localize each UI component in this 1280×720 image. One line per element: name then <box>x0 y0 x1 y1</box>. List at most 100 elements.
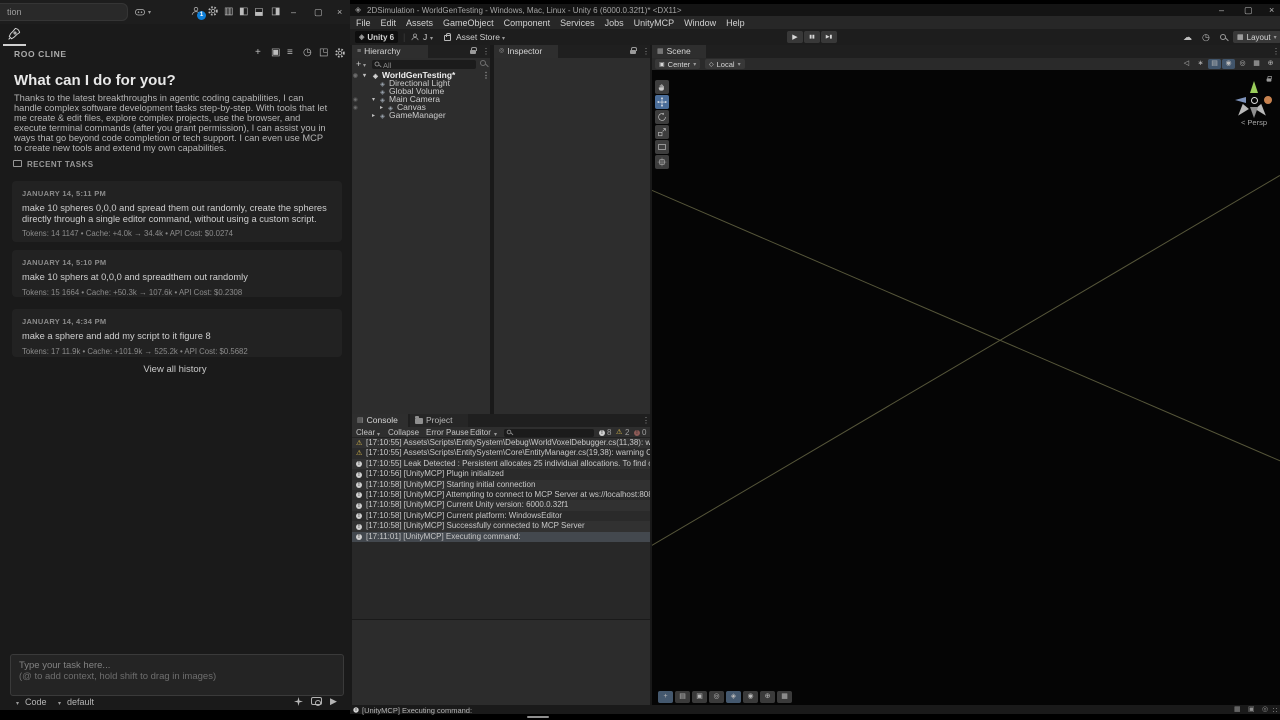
open-in-editor-icon[interactable]: ◳ <box>319 48 328 58</box>
status-activity-icon[interactable]: ◎ <box>1262 705 1268 713</box>
layout-dropdown[interactable]: ▦ Layout ▾ <box>1233 31 1280 43</box>
overlay-sliders-icon[interactable]: ▤ <box>675 691 690 703</box>
hierarchy-menu-icon[interactable]: ⋮ <box>482 47 490 56</box>
toggle-panel-bottom-icon[interactable]: ◧ <box>255 7 265 16</box>
rotate-tool-button[interactable] <box>655 110 669 124</box>
play-button[interactable]: ▶ <box>787 31 803 43</box>
effects-icon[interactable]: ∗ <box>1194 59 1207 69</box>
collapse-button[interactable]: Collapse <box>388 428 419 437</box>
new-task-icon[interactable]: + <box>255 48 261 58</box>
status-message[interactable]: [UnityMCP] Executing command: <box>362 706 962 715</box>
profile-select[interactable]: default <box>67 697 94 707</box>
log-row[interactable]: [17:10:58] [UnityMCP] Current platform: … <box>352 511 650 521</box>
menu-component[interactable]: Component <box>504 18 551 28</box>
menu-jobs[interactable]: Jobs <box>605 18 624 28</box>
task-history-card[interactable]: JANUARY 14, 5:11 PM make 10 spheres 0,0,… <box>12 181 342 242</box>
tab-inspector[interactable]: ◎ Inspector <box>494 45 558 58</box>
resize-grip[interactable] <box>1272 707 1278 713</box>
tab-console[interactable]: ▤ Console <box>352 414 408 427</box>
status-package-icon[interactable]: ▣ <box>1248 705 1255 713</box>
move-tool-button[interactable] <box>655 95 669 109</box>
pivot-dropdown[interactable]: ▣ Center ▾ <box>655 59 700 69</box>
audio-mute-icon[interactable]: ◁ <box>1180 59 1193 69</box>
toggle-panel-left-icon[interactable]: ◧ <box>239 7 248 17</box>
scene-viewport[interactable]: < Persp + ▤ ▣ ◎ ◈ ◉ ⊕ ▦ <box>652 70 1280 705</box>
scene-picker-icon[interactable] <box>480 60 486 66</box>
create-object-icon[interactable]: + <box>356 59 361 69</box>
pause-button[interactable]: ▮▮ <box>804 31 820 43</box>
overlay-orbit-icon[interactable]: ◎ <box>709 691 724 703</box>
roo-cline-logo-icon[interactable] <box>6 27 21 42</box>
unity-maximize-button[interactable]: ▢ <box>1244 5 1253 16</box>
task-input[interactable]: Type your task here... (@ to add context… <box>10 654 344 696</box>
overlay-display-icon[interactable]: ▦ <box>777 691 792 703</box>
scale-tool-button[interactable] <box>655 125 669 139</box>
menu-services[interactable]: Services <box>560 18 595 28</box>
console-menu-icon[interactable]: ⋮ <box>642 416 650 425</box>
customize-layout-icon[interactable]: ▥ <box>224 7 233 17</box>
log-row[interactable]: [17:10:58] [UnityMCP] Current Unity vers… <box>352 500 650 510</box>
log-row[interactable]: [17:10:56] [UnityMCP] Plugin initialized <box>352 469 650 479</box>
log-row[interactable]: [17:10:58] [UnityMCP] Successfully conne… <box>352 521 650 531</box>
log-row[interactable]: ⚠ [17:10:55] Assets\Scripts\EntitySystem… <box>352 438 650 448</box>
overlay-snap-icon[interactable]: ⊕ <box>760 691 775 703</box>
prompts-icon[interactable]: ▣ <box>271 48 280 58</box>
cloud-services-icon[interactable]: ☁ <box>1183 33 1192 42</box>
tab-scene[interactable]: ▦ Scene <box>652 45 706 58</box>
unity-close-button[interactable]: × <box>1269 5 1274 15</box>
warning-count-icon[interactable]: ⚠ <box>616 429 622 436</box>
view-tool-button[interactable] <box>655 80 669 94</box>
gizmo-x-axis[interactable] <box>1235 97 1246 103</box>
task-history-card[interactable]: JANUARY 14, 5:10 PM make 10 sphers at 0,… <box>12 250 342 297</box>
menu-help[interactable]: Help <box>726 18 745 28</box>
grid-visibility-icon[interactable]: ▦ <box>1250 59 1263 69</box>
tab-project[interactable]: Project <box>410 414 468 427</box>
screenshot-camera-icon[interactable] <box>311 697 322 705</box>
account-initial[interactable]: J <box>423 32 427 42</box>
gizmo-neg-axis[interactable] <box>1235 104 1249 118</box>
step-button[interactable]: ▶▮ <box>821 31 837 43</box>
asset-store-button[interactable]: Asset Store <box>456 32 500 42</box>
mcp-servers-icon[interactable]: ≡ <box>287 48 293 58</box>
lock-icon[interactable] <box>630 50 636 54</box>
menu-edit[interactable]: Edit <box>381 18 397 28</box>
orientation-dropdown[interactable]: ◇ Local ▾ <box>705 59 745 69</box>
command-center-search[interactable]: tion <box>0 3 128 21</box>
copilot-icon[interactable] <box>134 6 146 18</box>
perspective-label[interactable]: < Persp <box>1228 118 1280 127</box>
inspector-menu-icon[interactable]: ⋮ <box>642 47 650 56</box>
console-search-input[interactable] <box>504 429 594 437</box>
gizmo-z-axis[interactable] <box>1264 96 1272 104</box>
info-count-icon[interactable] <box>599 430 605 436</box>
cloud-account-icon[interactable] <box>410 32 420 42</box>
account-icon[interactable]: 1 <box>190 5 202 17</box>
log-row-selected[interactable]: [17:11:01] [UnityMCP] Executing command: <box>352 532 650 542</box>
log-row[interactable]: ⚠ [17:10:55] Assets\Scripts\EntitySystem… <box>352 448 650 458</box>
transform-tool-button[interactable] <box>655 155 669 169</box>
clear-button[interactable]: Clear <box>356 428 375 437</box>
toggle-panel-right-icon[interactable]: ◨ <box>271 7 280 17</box>
log-row[interactable]: [17:10:55] Leak Detected : Persistent al… <box>352 459 650 469</box>
gizmo-y-axis[interactable] <box>1250 81 1258 93</box>
search-icon[interactable] <box>1220 34 1226 40</box>
enhance-prompt-icon[interactable] <box>294 697 303 706</box>
status-grid-icon[interactable]: ▦ <box>1234 705 1241 713</box>
hierarchy-search-input[interactable]: All <box>372 60 476 69</box>
menu-file[interactable]: File <box>356 18 371 28</box>
menu-assets[interactable]: Assets <box>406 18 433 28</box>
send-icon[interactable]: ▶ <box>330 696 337 707</box>
task-history-card[interactable]: JANUARY 14, 4:34 PM make a sphere and ad… <box>12 309 342 357</box>
log-row[interactable]: [17:10:58] [UnityMCP] Attempting to conn… <box>352 490 650 500</box>
menu-window[interactable]: Window <box>684 18 716 28</box>
gizmos-dropdown-icon[interactable]: ⊕ <box>1264 59 1277 69</box>
overlay-move-icon[interactable]: + <box>658 691 673 703</box>
mode-select[interactable]: Code <box>25 697 47 707</box>
minimize-button[interactable]: – <box>291 7 296 17</box>
gizmo-neg-axis[interactable] <box>1250 107 1258 118</box>
overlay-zoom-icon[interactable]: ◉ <box>743 691 758 703</box>
scene-menu-icon[interactable]: ⋮ <box>1272 47 1280 56</box>
menu-unitymcp[interactable]: UnityMCP <box>634 18 675 28</box>
view-all-history-link[interactable]: View all history <box>0 364 350 375</box>
scene-visibility-toggle-icon[interactable]: ◉ <box>1222 59 1235 69</box>
gizmo-lock-icon[interactable] <box>1267 78 1272 81</box>
